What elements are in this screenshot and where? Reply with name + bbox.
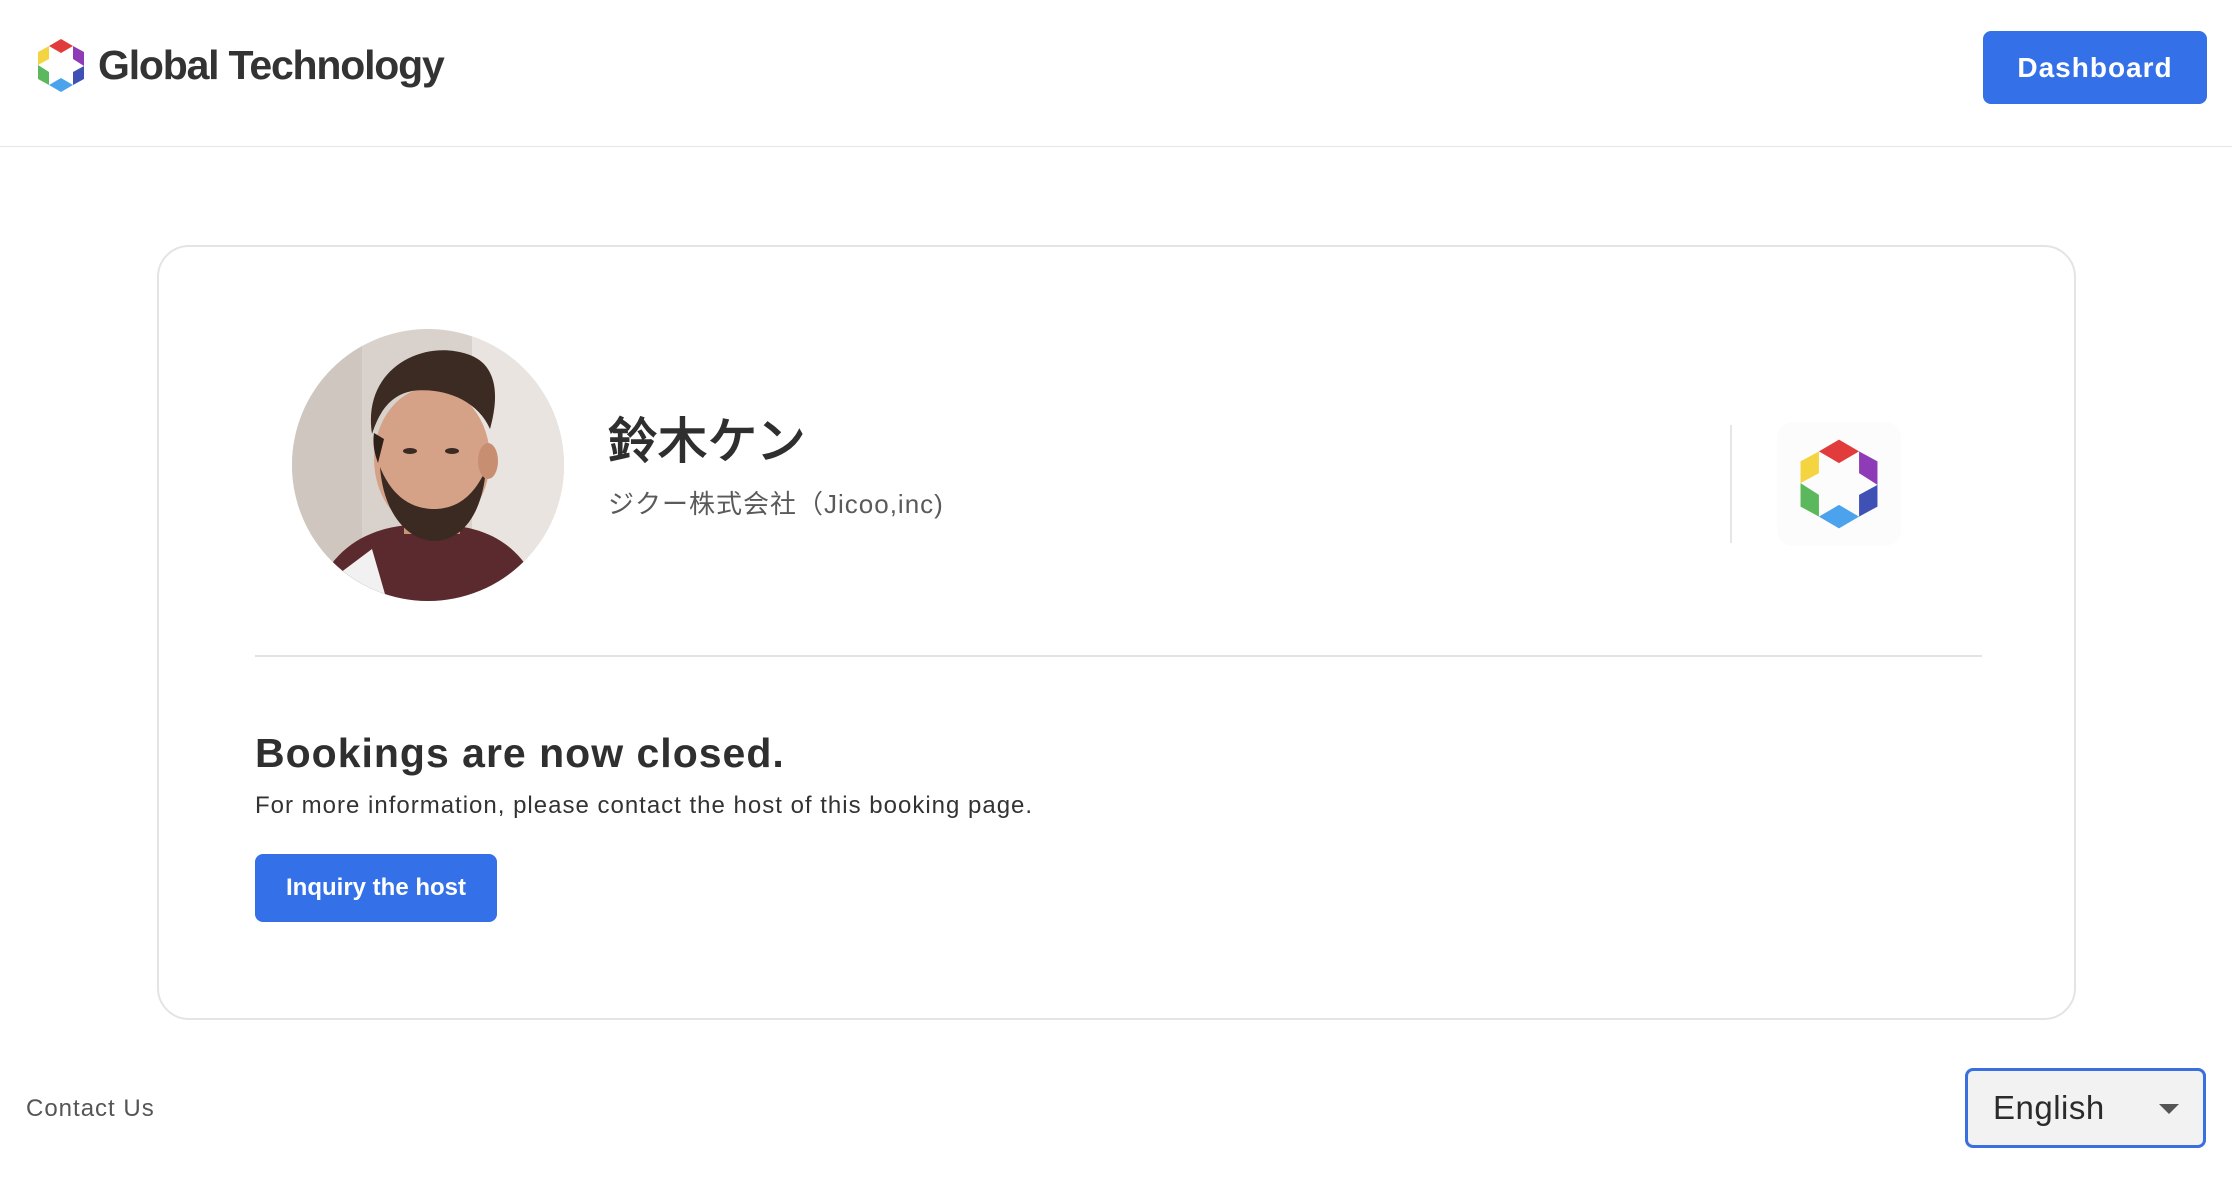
contact-us-link[interactable]: Contact Us	[26, 1095, 155, 1123]
inquiry-host-button[interactable]: Inquiry the host	[255, 854, 497, 922]
caret-down-icon	[2159, 1104, 2179, 1114]
host-name: 鈴木ケン	[608, 415, 807, 469]
top-header: Global Technology Dashboard	[0, 0, 2232, 147]
language-selected-value: English	[1993, 1089, 2105, 1126]
bookings-closed-description: For more information, please contact the…	[255, 792, 1034, 819]
brand[interactable]: Global Technology	[36, 38, 445, 93]
host-company: ジクー株式会社（Jicoo,inc)	[608, 489, 944, 519]
horizontal-divider	[255, 655, 1982, 657]
organization-logo	[1777, 422, 1901, 546]
vertical-divider	[1730, 425, 1732, 543]
brand-logo-icon	[36, 38, 86, 93]
language-select[interactable]: English	[1965, 1068, 2206, 1148]
dashboard-button[interactable]: Dashboard	[1983, 31, 2207, 104]
brand-name: Global Technology	[98, 42, 445, 88]
bookings-closed-title: Bookings are now closed.	[255, 730, 785, 776]
host-avatar	[292, 329, 564, 601]
org-logo-icon	[1797, 438, 1881, 530]
booking-card: 鈴木ケン ジクー株式会社（Jicoo,inc) Bookings are now…	[157, 245, 2076, 1020]
